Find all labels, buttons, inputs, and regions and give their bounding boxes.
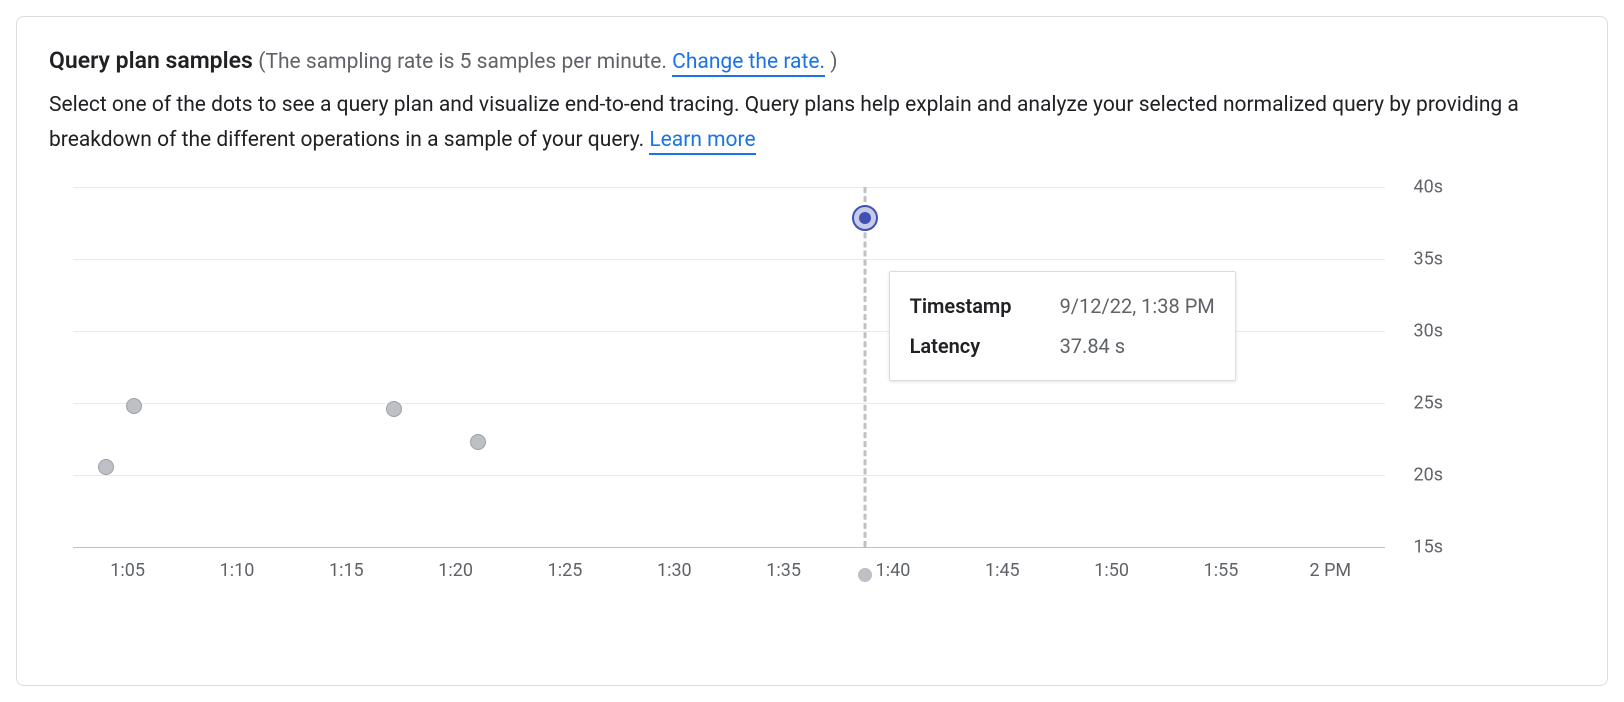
sample-dot[interactable] — [126, 398, 142, 414]
card-title: Query plan samples — [49, 47, 253, 74]
x-axis-tick: 2 PM — [1310, 560, 1352, 581]
y-axis-tick: 35s — [1413, 249, 1443, 270]
gridline — [73, 475, 1385, 476]
x-axis-tick: 1:25 — [548, 560, 583, 581]
sampling-prefix: (The sampling rate is 5 samples per minu… — [258, 50, 667, 74]
description-text: Select one of the dots to see a query pl… — [49, 93, 1519, 153]
x-axis-tick: 1:30 — [657, 560, 692, 581]
x-axis-tick: 1:35 — [766, 560, 801, 581]
y-axis-tick: 25s — [1413, 393, 1443, 414]
plot-area[interactable]: 40s35s30s25s20s15s1:051:101:151:201:251:… — [73, 187, 1385, 547]
sample-dot[interactable] — [386, 401, 402, 417]
tooltip-latency-label: Latency — [910, 326, 1020, 366]
gridline — [73, 403, 1385, 404]
change-rate-link[interactable]: Change the rate. — [672, 50, 825, 77]
x-axis-tick: 1:50 — [1094, 560, 1129, 581]
sample-dot-selected[interactable] — [852, 205, 878, 231]
sample-dot[interactable] — [470, 434, 486, 450]
x-axis-tick: 1:15 — [329, 560, 364, 581]
x-axis-tick: 1:05 — [110, 560, 145, 581]
x-axis-tick: 1:10 — [220, 560, 255, 581]
gridline — [73, 187, 1385, 188]
query-plan-samples-card: Query plan samples (The sampling rate is… — [16, 16, 1608, 686]
y-axis-tick: 40s — [1413, 177, 1443, 198]
tooltip-timestamp-label: Timestamp — [910, 286, 1020, 326]
sampling-note: (The sampling rate is 5 samples per minu… — [258, 50, 837, 77]
tooltip-timestamp-value: 9/12/22, 1:38 PM — [1060, 286, 1215, 326]
tooltip-latency-value: 37.84 s — [1060, 326, 1126, 366]
sampling-suffix: ) — [830, 50, 837, 74]
y-axis-tick: 15s — [1413, 537, 1443, 558]
x-axis-tick: 1:45 — [985, 560, 1020, 581]
hover-vertical-line — [863, 187, 866, 547]
hover-line-endcap — [858, 568, 872, 582]
x-axis-tick: 1:40 — [876, 560, 911, 581]
learn-more-link[interactable]: Learn more — [649, 128, 755, 155]
sample-dot[interactable] — [98, 459, 114, 475]
card-header: Query plan samples (The sampling rate is… — [49, 45, 1575, 78]
y-axis-tick: 20s — [1413, 465, 1443, 486]
y-axis-tick: 30s — [1413, 321, 1443, 342]
gridline — [73, 259, 1385, 260]
card-description: Select one of the dots to see a query pl… — [49, 88, 1569, 159]
sample-dot-selected-inner — [859, 212, 871, 224]
hover-tooltip: Timestamp 9/12/22, 1:38 PM Latency 37.84 s — [889, 271, 1236, 381]
x-axis-tick: 1:55 — [1204, 560, 1239, 581]
x-axis-tick: 1:20 — [438, 560, 473, 581]
latency-scatter-chart[interactable]: 40s35s30s25s20s15s1:051:101:151:201:251:… — [49, 187, 1575, 607]
gridline — [73, 547, 1385, 548]
